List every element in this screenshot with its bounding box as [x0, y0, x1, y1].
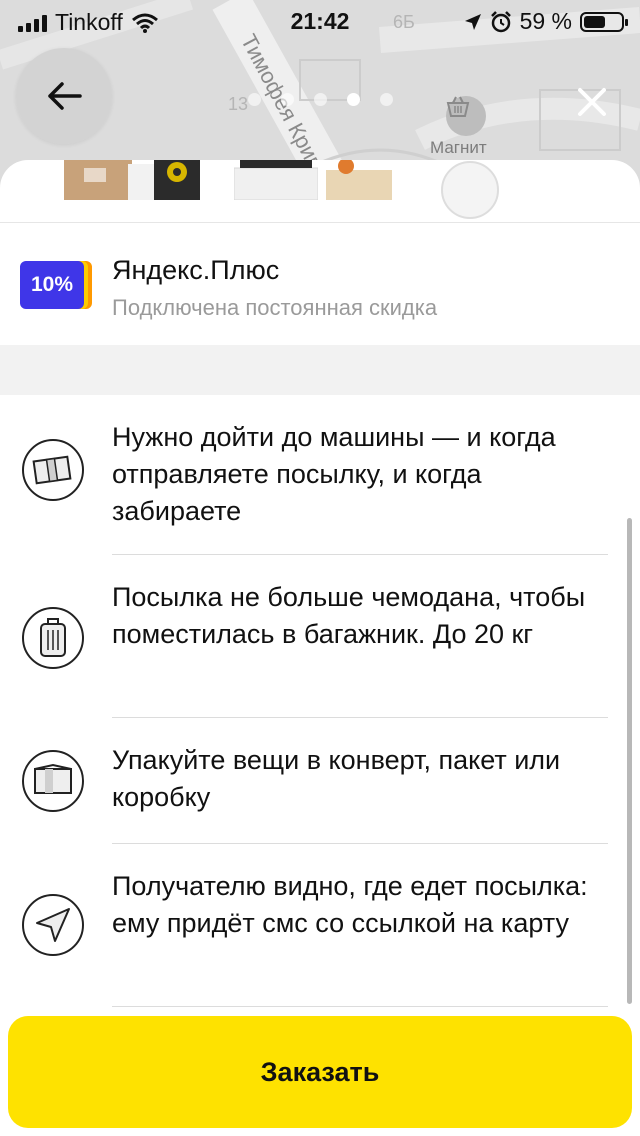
order-button[interactable]: Заказать — [8, 1016, 632, 1128]
info-text: Упакуйте вещи в конверт, пакет или короб… — [112, 745, 561, 812]
poi-label: Магнит — [430, 138, 487, 157]
hero-illustration — [0, 160, 640, 223]
scrollbar[interactable] — [627, 518, 632, 1004]
info-list: Нужно дойти до машины — и когда отправля… — [0, 395, 640, 1007]
battery-icon — [580, 11, 628, 32]
carousel-dot[interactable] — [281, 93, 294, 106]
close-button[interactable] — [570, 80, 614, 124]
yandex-plus-row[interactable]: 10% Яндекс.Плюс Подключена постоянная ск… — [0, 223, 640, 345]
carousel-dot[interactable] — [314, 93, 327, 106]
parcel-illustration — [326, 160, 392, 200]
navigation-icon — [22, 894, 84, 956]
carousel-pagination — [248, 93, 393, 106]
plus-discount-badge: 10% — [20, 261, 92, 309]
status-right: 59 % — [464, 8, 628, 35]
alarm-icon — [490, 10, 511, 32]
printer-illustration — [234, 160, 318, 200]
speaker-illustration — [154, 160, 200, 200]
carousel-dot[interactable] — [248, 93, 261, 106]
back-button[interactable] — [16, 48, 112, 144]
discount-badge-label: 10% — [20, 261, 84, 309]
box-illustration — [64, 160, 132, 200]
arrow-left-icon — [48, 82, 82, 110]
list-item: Получателю видно, где едет посылка: ему … — [0, 844, 640, 1007]
battery-percent: 59 % — [519, 8, 572, 34]
plus-title: Яндекс.Плюс — [112, 255, 280, 285]
parcel-icon — [22, 439, 84, 501]
divider — [112, 1006, 608, 1007]
info-text: Нужно дойти до машины — и когда отправля… — [112, 422, 556, 526]
section-divider — [0, 345, 640, 395]
status-bar: Tinkoff 21:42 59 % — [0, 0, 640, 42]
close-icon — [578, 88, 606, 116]
info-text: Посылка не больше чемодана, чтобы помест… — [112, 582, 586, 649]
info-sheet: 10% Яндекс.Плюс Подключена постоянная ск… — [0, 160, 640, 1136]
package-icon — [22, 750, 84, 812]
list-item: Упакуйте вещи в конверт, пакет или короб… — [0, 718, 640, 844]
list-item: Нужно дойти до машины — и когда отправля… — [0, 395, 640, 555]
info-text: Получателю видно, где едет посылка: ему … — [112, 871, 588, 938]
carousel-dot[interactable] — [380, 93, 393, 106]
carousel-dot[interactable] — [347, 93, 360, 106]
shopping-basket-icon — [446, 96, 486, 136]
plus-subtitle: Подключена постоянная скидка — [112, 295, 438, 320]
list-item: Посылка не больше чемодана, чтобы помест… — [0, 555, 640, 718]
car-illustration — [441, 161, 499, 219]
map-house-number: 13 — [228, 94, 249, 114]
suitcase-icon — [22, 607, 84, 669]
location-arrow-icon — [464, 13, 481, 30]
